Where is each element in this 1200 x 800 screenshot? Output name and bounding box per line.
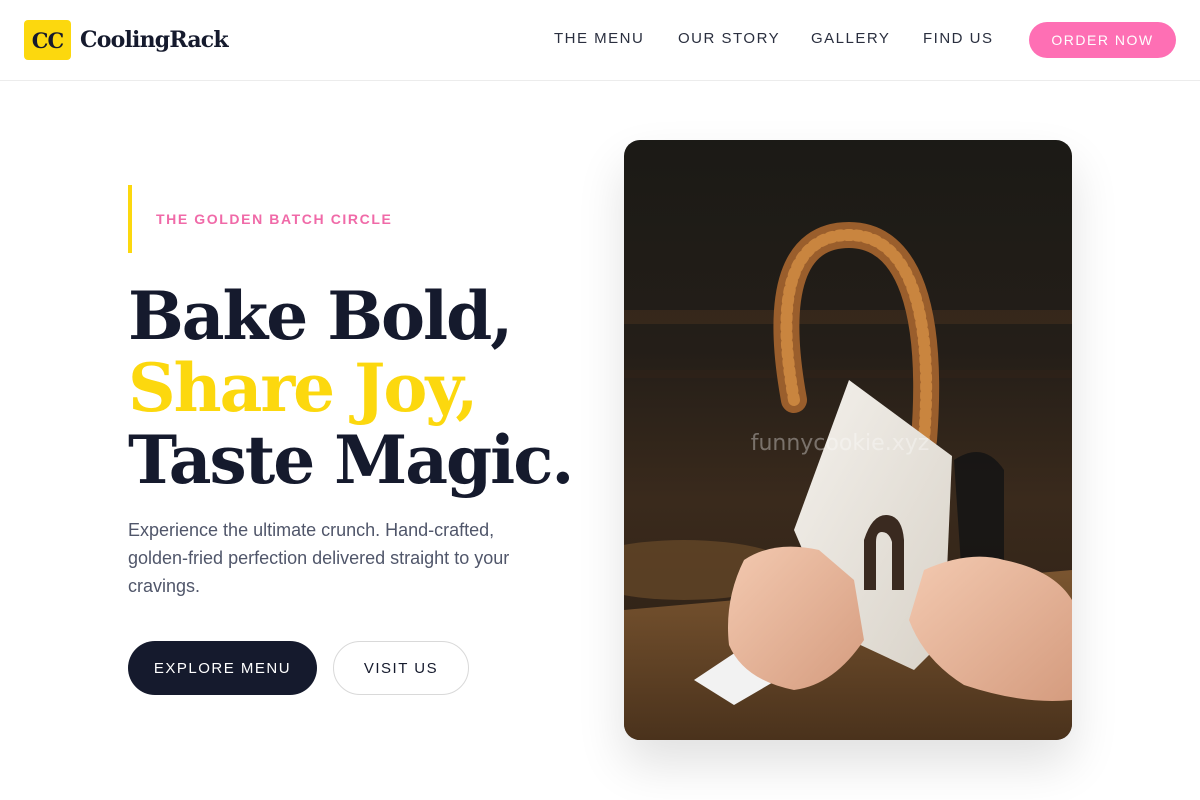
churro-photo-illustration: funnycookie.xyz bbox=[624, 140, 1072, 740]
nav-link-find-us[interactable]: FIND US bbox=[923, 30, 994, 47]
hero-image: funnycookie.xyz bbox=[624, 140, 1072, 740]
nav-link-story[interactable]: OUR STORY bbox=[678, 30, 780, 47]
hero-subtext: Experience the ultimate crunch. Hand-cra… bbox=[128, 520, 510, 596]
explore-menu-button[interactable]: EXPLORE MENU bbox=[128, 641, 317, 695]
hero-eyebrow: THE GOLDEN BATCH CIRCLE bbox=[128, 185, 392, 253]
image-watermark: funnycookie.xyz bbox=[751, 431, 930, 456]
headline-line-3: Taste Magic. bbox=[128, 421, 574, 499]
nav-link-gallery[interactable]: GALLERY bbox=[811, 30, 890, 47]
order-now-button[interactable]: ORDER NOW bbox=[1029, 22, 1176, 58]
headline-line-1: Bake Bold, bbox=[128, 277, 513, 355]
main-nav: THE MENU OUR STORY GALLERY FIND US bbox=[0, 30, 1200, 50]
visit-us-button[interactable]: VISIT US bbox=[333, 641, 469, 695]
headline-line-2: Share Joy, bbox=[128, 349, 478, 427]
site-header: CC CoolingRack THE MENU OUR STORY GALLER… bbox=[0, 0, 1200, 81]
hero-headline: Bake Bold, Share Joy, Taste Magic. bbox=[128, 280, 588, 496]
nav-link-menu[interactable]: THE MENU bbox=[554, 30, 644, 47]
